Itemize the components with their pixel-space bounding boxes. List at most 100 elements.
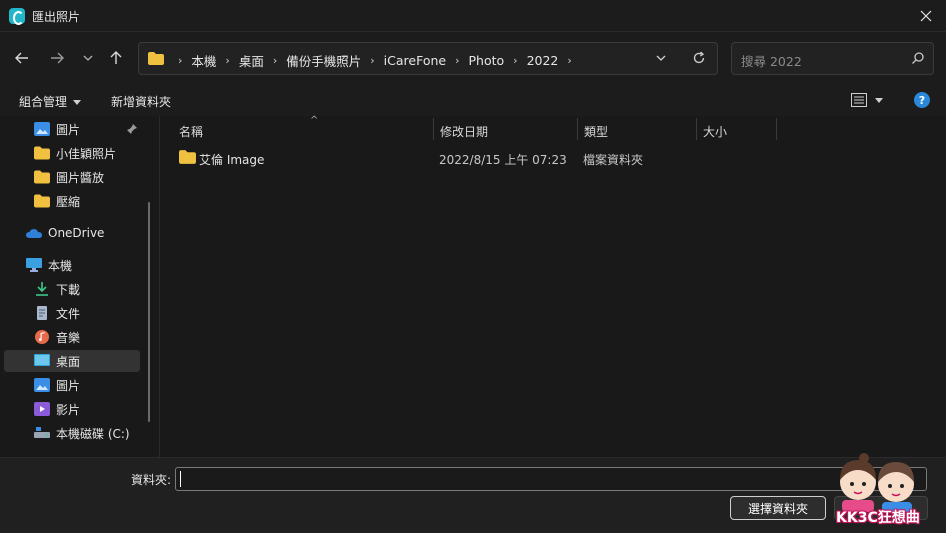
folder-label: 資料夾: [131, 473, 172, 487]
folder-icon [148, 52, 164, 68]
up-arrow-icon[interactable] [104, 46, 128, 70]
drive-icon [34, 427, 50, 438]
caret-down-icon [73, 100, 82, 105]
sidebar-item-videos[interactable]: 影片 [34, 398, 140, 420]
folder-name-field[interactable] [175, 467, 927, 491]
sidebar-item-label: 影片 [56, 402, 81, 417]
breadcrumb-item[interactable]: 桌面 [239, 51, 264, 70]
file-type: 檔案資料夾 [583, 153, 644, 167]
breadcrumb-item[interactable]: 2022 [527, 53, 559, 68]
sidebar-scrollbar[interactable] [148, 202, 150, 422]
sidebar-item-this-pc[interactable]: 本機 [26, 254, 140, 276]
file-name: 艾倫 Image [199, 153, 265, 167]
chevron-right-icon: › [178, 54, 183, 67]
text-cursor [180, 471, 181, 487]
column-header-type[interactable]: 類型 [578, 116, 696, 142]
column-header-modified[interactable]: 修改日期 [434, 116, 577, 142]
column-header-name[interactable]: 名稱 ^ [173, 115, 435, 142]
select-folder-button[interactable]: 選擇資料夾 [730, 496, 826, 520]
chevron-right-icon: › [370, 54, 375, 67]
chevron-right-icon: › [513, 54, 518, 67]
sidebar-item-documents[interactable]: 文件 [34, 302, 140, 324]
sidebar-item-local-disk[interactable]: 本機磁碟 (C:) [34, 422, 140, 444]
command-bar: 組合管理 新增資料夾 ? [0, 84, 946, 116]
caret-down-icon [875, 97, 883, 103]
pin-icon[interactable] [126, 123, 138, 135]
folder-icon [179, 150, 196, 164]
breadcrumb-item[interactable]: iCareFone [384, 53, 446, 68]
desktop-icon [34, 354, 50, 366]
column-divider[interactable] [776, 118, 777, 140]
videos-icon [34, 402, 50, 416]
sidebar-item-downloads[interactable]: 下載 [34, 278, 140, 300]
recent-locations-chevron-icon[interactable] [76, 46, 100, 70]
chevron-down-icon[interactable] [654, 51, 668, 68]
navigation-pane: 圖片 小佳穎照片 圖片醬放 壓縮 OneDrive 本機 下載 文件 音樂 桌面… [0, 116, 160, 457]
sidebar-item-label: 本機 [48, 258, 73, 273]
organize-label: 組合管理 [19, 95, 68, 109]
breadcrumb-item[interactable]: 本機 [191, 51, 216, 70]
sidebar-item-folder[interactable]: 壓縮 [34, 190, 140, 212]
chevron-right-icon: › [272, 54, 278, 67]
address-bar[interactable]: › 本機 › 桌面 › 備份手機照片 › iCareFone › Photo ›… [138, 42, 718, 75]
sidebar-item-pictures-quick[interactable]: 圖片 [34, 118, 140, 140]
new-folder-button[interactable]: 新增資料夾 [111, 93, 171, 110]
sidebar-item-folder[interactable]: 圖片醬放 [34, 166, 140, 188]
folder-icon [34, 194, 50, 208]
sort-ascending-icon: ^ [310, 115, 319, 126]
sidebar-item-label: 下載 [56, 282, 81, 297]
sidebar-item-pictures[interactable]: 圖片 [34, 374, 140, 396]
pictures-icon [34, 122, 50, 136]
folder-icon [34, 146, 50, 160]
download-icon [36, 282, 48, 296]
this-pc-icon [26, 258, 42, 272]
column-header-size[interactable]: 大小 [697, 116, 775, 142]
view-options-button[interactable] [851, 93, 883, 107]
sidebar-item-label: 壓縮 [56, 194, 81, 209]
watermark-text: KK3C狂想曲 [836, 510, 920, 526]
sidebar-item-desktop[interactable]: 桌面 [4, 350, 140, 372]
app-icon [9, 8, 25, 25]
search-icon [911, 51, 925, 68]
sidebar-item-label: 桌面 [56, 354, 81, 369]
mascot-illustration [840, 453, 914, 512]
help-icon[interactable]: ? [914, 92, 930, 108]
sidebar-item-label: 小佳穎照片 [56, 146, 117, 161]
title-bar: 匯出照片 [0, 0, 946, 32]
refresh-icon[interactable] [692, 51, 706, 68]
organize-button[interactable]: 組合管理 [19, 93, 82, 110]
file-modified: 2022/8/15 上午 07:23 [439, 153, 567, 167]
breadcrumb-item[interactable]: Photo [469, 53, 505, 68]
table-row[interactable]: 艾倫 Image 2022/8/15 上午 07:23 檔案資料夾 [171, 148, 931, 168]
navigation-bar: › 本機 › 桌面 › 備份手機照片 › iCareFone › Photo ›… [0, 32, 946, 84]
chevron-right-icon: › [225, 54, 230, 67]
sidebar-item-label: 圖片 [56, 122, 81, 137]
sidebar-item-label: 音樂 [56, 330, 81, 345]
music-icon [35, 330, 49, 344]
details-view-icon [851, 93, 867, 107]
sidebar-item-folder[interactable]: 小佳穎照片 [34, 142, 140, 164]
sidebar-item-label: OneDrive [48, 226, 105, 240]
sidebar-item-label: 文件 [56, 306, 81, 321]
sidebar-item-music[interactable]: 音樂 [34, 326, 140, 348]
sidebar-item-onedrive[interactable]: OneDrive [26, 222, 140, 244]
pictures-icon [34, 378, 50, 392]
close-icon[interactable] [912, 2, 940, 30]
sidebar-item-label: 本機磁碟 (C:) [56, 426, 130, 441]
column-label: 名稱 [179, 125, 204, 139]
watermark-logo: KK3C狂想曲 [816, 452, 942, 530]
breadcrumb: › 本機 › 桌面 › 備份手機照片 › iCareFone › Photo ›… [169, 51, 581, 70]
window-title: 匯出照片 [32, 10, 81, 24]
breadcrumb-item[interactable]: 備份手機照片 [286, 51, 361, 70]
file-list: 名稱 ^ 修改日期 類型 大小 艾倫 Image 2022/8/15 上午 07… [161, 115, 946, 457]
forward-arrow-icon[interactable] [45, 46, 69, 70]
back-arrow-icon[interactable] [10, 46, 34, 70]
chevron-right-icon: › [567, 54, 572, 67]
search-input[interactable]: 搜尋 2022 [731, 42, 934, 75]
onedrive-icon [26, 229, 42, 238]
documents-icon [37, 306, 47, 320]
sidebar-item-label: 圖片醬放 [56, 170, 105, 185]
sidebar-item-label: 圖片 [56, 378, 81, 393]
folder-icon [34, 170, 50, 184]
search-placeholder: 搜尋 2022 [741, 54, 802, 69]
